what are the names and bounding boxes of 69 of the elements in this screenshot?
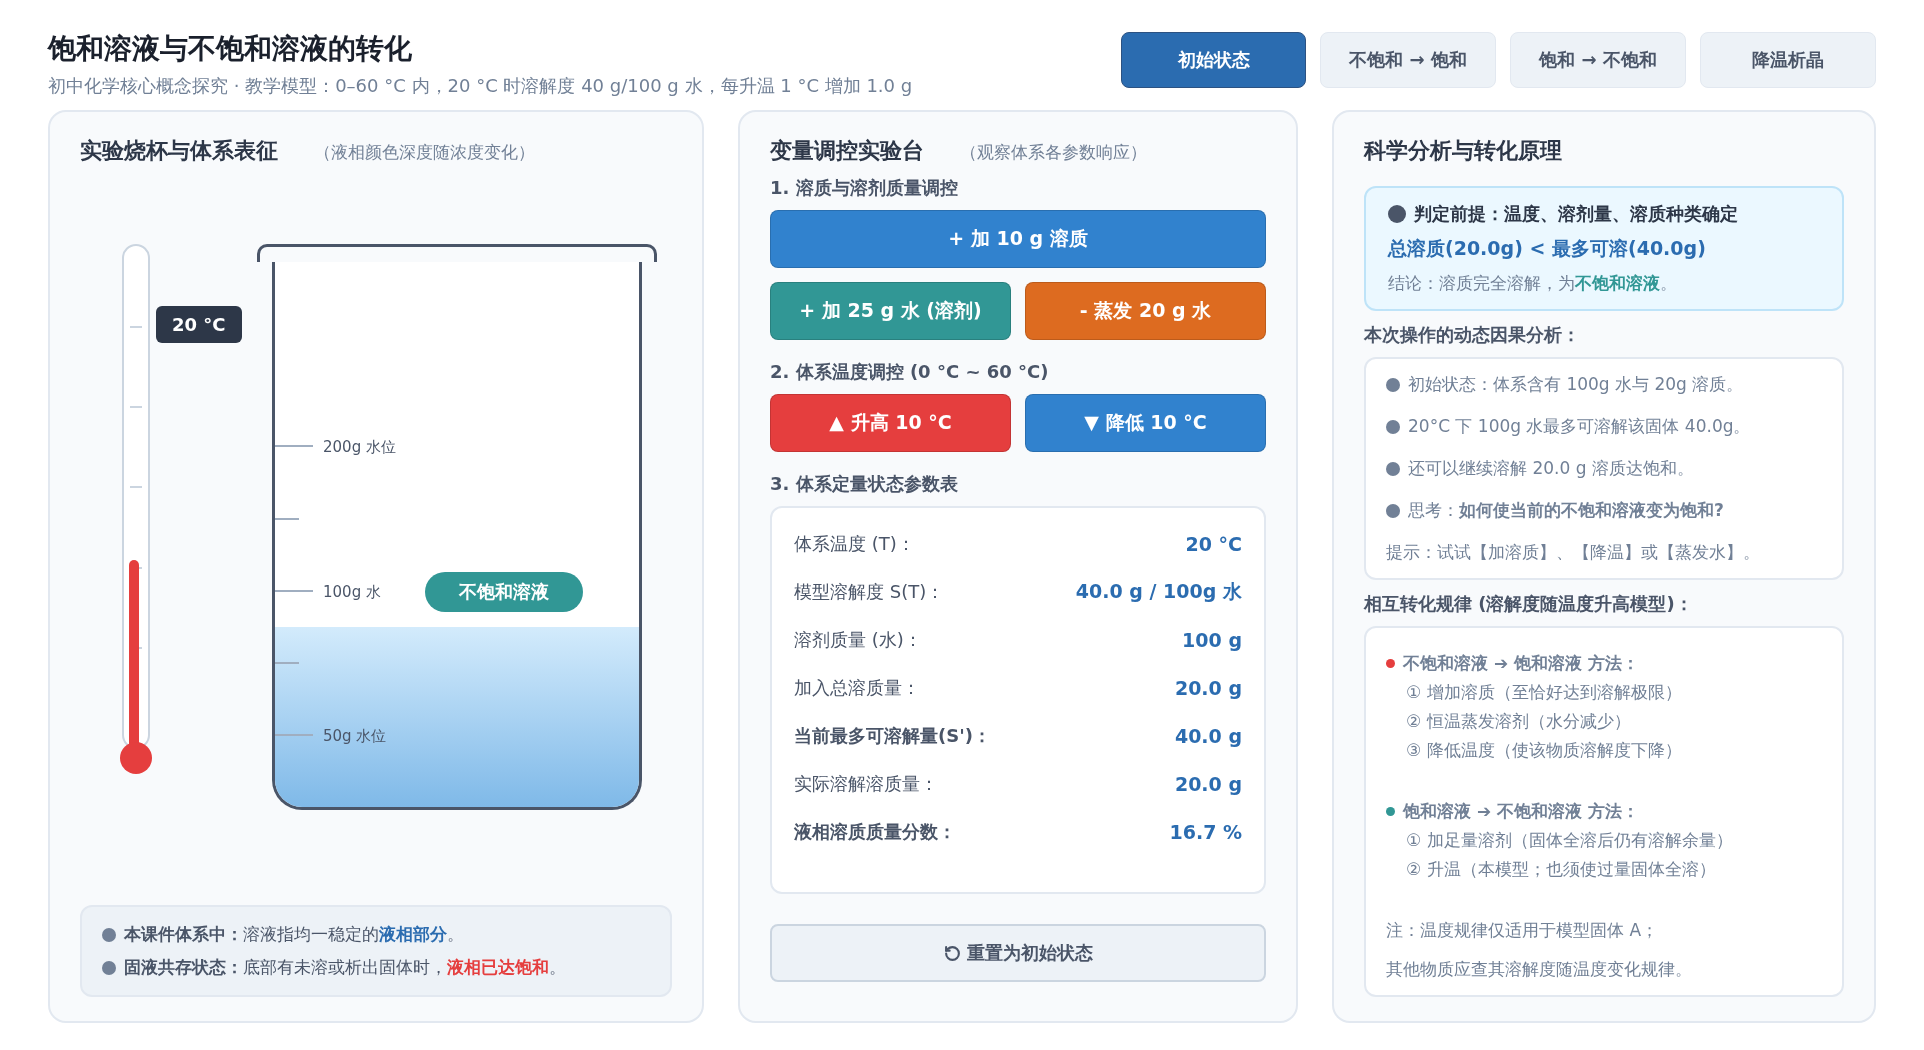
section-title: 3. 体系定量状态参数表 xyxy=(770,472,959,496)
parameter-value: 20 °C xyxy=(1185,533,1242,555)
parameter-value: 20.0 g xyxy=(1174,773,1242,795)
action-button[interactable]: ▼ 降低 10 °C xyxy=(1025,394,1266,452)
panel-title: 实验烧杯与体系表征 xyxy=(80,137,278,165)
panel-title: 科学分析与转化原理 xyxy=(1364,137,1563,165)
rule-step: ① 加足量溶剂（固体全溶后仍有溶解余量） xyxy=(1386,829,1822,852)
level-mark-label: 200g 水位 xyxy=(323,437,396,457)
bullet-icon xyxy=(102,927,116,942)
parameter-label: 模型溶解度 S(T)： xyxy=(794,580,945,604)
section-title: 1. 溶质与溶剂质量调控 xyxy=(770,176,959,200)
section-title: 本次操作的动态因果分析： xyxy=(1364,323,1581,347)
note-text: 本课件体系中：溶液指均一稳定的液相部分。 xyxy=(124,923,464,946)
panel-title: 变量调控实验台 xyxy=(770,137,924,165)
panel-hint: （观察体系各参数响应） xyxy=(960,141,1147,164)
premise-text: 判定前提：温度、溶剂量、溶质种类确定 xyxy=(1414,202,1738,226)
reset-icon xyxy=(943,944,961,962)
analysis-text: 思考：如何使当前的不饱和溶液变为饱和? xyxy=(1408,499,1724,522)
bullet-icon xyxy=(102,960,116,975)
solution-state-label: 不饱和溶液 xyxy=(425,571,583,612)
parameter-label: 溶剂质量 (水)： xyxy=(794,628,922,652)
analysis-text: 初始状态：体系含有 100g 水与 20g 溶质。 xyxy=(1408,373,1744,396)
panel-hint: （液相颜色深度随浓度变化） xyxy=(314,141,535,164)
level-mark-label: 100g 水 xyxy=(323,582,381,602)
parameter-label: 液相溶质质量分数： xyxy=(794,820,956,844)
rule-step: ② 升温（本模型；也须使过量固体全溶） xyxy=(1386,858,1822,881)
bullet-icon xyxy=(1386,377,1400,392)
mode-tab[interactable]: 初始状态 xyxy=(1121,32,1306,88)
bullet-icon xyxy=(1388,205,1406,223)
parameter-label: 实际溶解溶质量： xyxy=(794,772,938,796)
rule-note: 其他物质应查其溶解度随温度变化规律。 xyxy=(1386,958,1693,981)
action-button[interactable]: + 加 10 g 溶质 xyxy=(770,210,1266,268)
rule-step: ① 增加溶质（至恰好达到溶解极限） xyxy=(1386,681,1822,704)
parameter-value: 20.0 g xyxy=(1174,677,1242,699)
rule-step: ③ 降低温度（使该物质溶解度下降） xyxy=(1386,739,1822,762)
bullet-icon xyxy=(1386,419,1400,434)
analysis-text: 还可以继续溶解 20.0 g 溶质达饱和。 xyxy=(1408,457,1694,480)
comparison-text: 总溶质(20.0g) < 最多可溶(40.0g) xyxy=(1388,236,1707,261)
mode-tab[interactable]: 饱和 → 不饱和 xyxy=(1510,32,1686,88)
action-button[interactable]: + 加 25 g 水 (溶剂) xyxy=(770,282,1011,340)
section-title: 相互转化规律 (溶解度随温度升高模型)： xyxy=(1364,592,1694,616)
note-text: 固液共存状态：底部有未溶或析出固体时，液相已达饱和。 xyxy=(124,956,566,979)
reset-button[interactable]: 重置为初始状态 xyxy=(770,924,1266,982)
rule-title: 不饱和溶液 ➔ 饱和溶液 方法： xyxy=(1403,652,1639,675)
thermometer-bulb xyxy=(120,742,152,774)
parameter-label: 当前最多可溶解量(S')： xyxy=(794,724,991,748)
bullet-icon xyxy=(1386,503,1400,518)
parameter-value: 100 g xyxy=(1182,629,1242,651)
page-title: 饱和溶液与不饱和溶液的转化 xyxy=(48,31,413,67)
section-title: 2. 体系温度调控 (0 °C ~ 60 °C) xyxy=(770,360,1050,384)
action-button[interactable]: ▲ 升高 10 °C xyxy=(770,394,1011,452)
page-subtitle: 初中化学核心概念探究 · 教学模型：0–60 °C 内，20 °C 时溶解度 40 g/100 g 水，每升温 1 °C 增加 1.0 g xyxy=(48,74,913,98)
parameter-value: 40.0 g / 100g 水 xyxy=(1075,579,1242,604)
mode-tab[interactable]: 不饱和 → 饱和 xyxy=(1320,32,1496,88)
rule-title: 饱和溶液 ➔ 不饱和溶液 方法： xyxy=(1403,800,1639,823)
level-mark-label: 50g 水位 xyxy=(323,726,387,746)
action-button[interactable]: - 蒸发 20 g 水 xyxy=(1025,282,1266,340)
conclusion-text: 结论：溶质完全溶解，为不饱和溶液。 xyxy=(1388,272,1678,295)
temperature-badge: 20 °C xyxy=(156,306,242,343)
parameter-value: 40.0 g xyxy=(1174,725,1242,747)
hint-text: 提示：试试【加溶质】、【降温】或【蒸发水】。 xyxy=(1386,541,1761,564)
parameter-label: 加入总溶质量： xyxy=(794,676,920,700)
parameter-value: 16.7 % xyxy=(1169,821,1242,843)
rule-note: 注：温度规律仅适用于模型固体 A； xyxy=(1386,919,1660,942)
parameter-label: 体系温度 (T)： xyxy=(794,532,915,556)
rule-step: ② 恒温蒸发溶剂（水分减少） xyxy=(1386,710,1822,733)
analysis-text: 20°C 下 100g 水最多可溶解该固体 40.0g。 xyxy=(1408,415,1751,438)
mode-tab[interactable]: 降温析晶 xyxy=(1700,32,1876,88)
bullet-icon xyxy=(1386,461,1400,476)
